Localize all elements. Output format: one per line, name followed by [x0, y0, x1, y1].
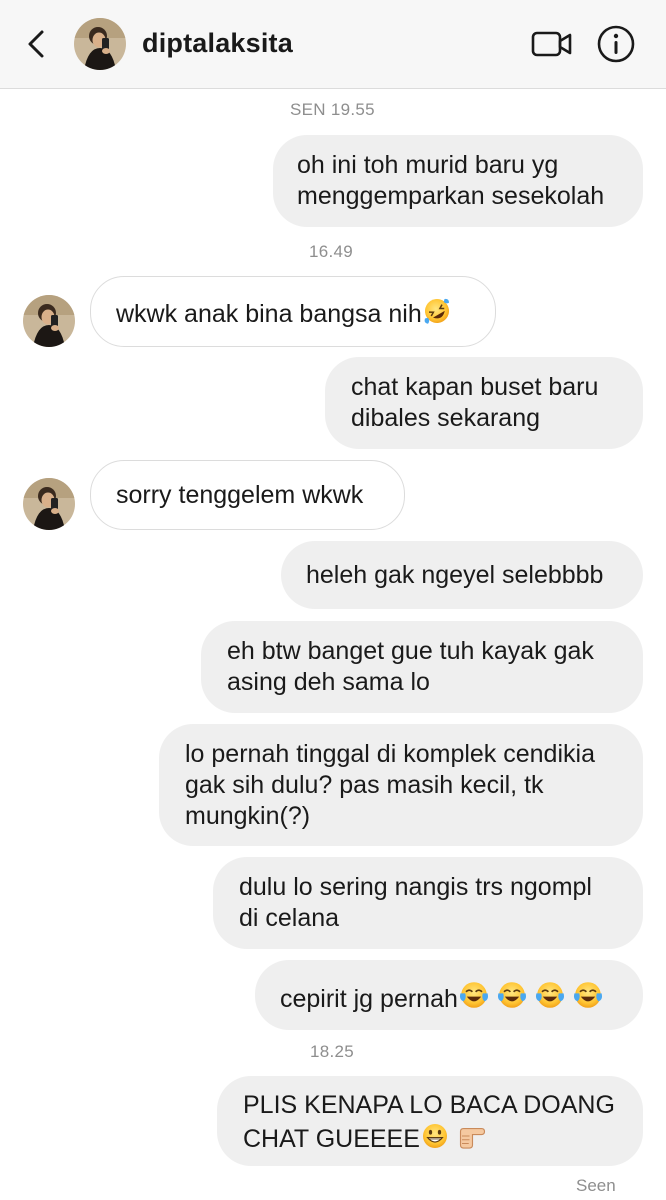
avatar[interactable] — [23, 295, 75, 347]
outgoing-message[interactable]: heleh gak ngeyel selebbbb — [281, 541, 643, 609]
message-text: cepirit jg pernah — [280, 985, 458, 1013]
outgoing-message[interactable]: eh btw banget gue tuh kayak gak asing de… — [201, 621, 643, 713]
message-line: CHAT GUEEEE — [243, 1125, 420, 1153]
incoming-message[interactable]: wkwk anak bina bangsa nih — [90, 276, 496, 347]
video-call-button[interactable] — [530, 26, 574, 62]
video-camera-icon — [531, 31, 572, 57]
rolling-on-floor-laughing-icon — [422, 296, 452, 326]
face-with-tears-of-joy-icon — [534, 979, 566, 1011]
message-line: eh btw banget gue tuh kayak gak — [227, 637, 594, 665]
message-line: PLIS KENAPA LO BACA DOANG — [243, 1091, 615, 1119]
face-with-tears-of-joy-icon — [458, 979, 490, 1011]
chevron-left-icon — [28, 30, 44, 58]
backhand-index-pointing-right-icon — [456, 1121, 486, 1151]
timestamp: 18.25 — [310, 1042, 355, 1061]
outgoing-message[interactable]: chat kapan buset baru dibales sekarang — [325, 357, 643, 449]
chat-username[interactable]: diptalaksita — [142, 28, 293, 59]
outgoing-message[interactable]: dulu lo sering nangis trs ngompl di cela… — [213, 857, 643, 949]
incoming-message[interactable]: sorry tenggelem wkwk — [90, 460, 405, 530]
message-line: oh ini toh murid baru yg — [297, 151, 559, 179]
outgoing-message[interactable]: lo pernah tinggal di komplek cendikia ga… — [159, 724, 643, 846]
outgoing-message[interactable]: PLIS KENAPA LO BACA DOANG CHAT GUEEEE — [217, 1076, 643, 1166]
outgoing-message[interactable]: cepirit jg pernah — [255, 960, 643, 1030]
message-line: dulu lo sering nangis trs ngompl — [239, 873, 592, 901]
message-text: wkwk anak bina bangsa nih — [116, 300, 422, 328]
message-line: heleh gak ngeyel selebbbb — [306, 561, 604, 589]
message-line: gak sih dulu? pas masih kecil, tk — [185, 771, 544, 799]
info-icon — [597, 25, 635, 63]
message-line: di celana — [239, 904, 340, 932]
avatar[interactable] — [74, 18, 126, 70]
chat-header: diptalaksita — [0, 0, 666, 89]
timestamp: SEN 19.55 — [290, 100, 375, 119]
info-button[interactable] — [596, 24, 636, 64]
outgoing-message[interactable]: oh ini toh murid baru yg menggemparkan s… — [273, 135, 643, 227]
message-line: menggemparkan sesekolah — [297, 182, 605, 210]
avatar[interactable] — [23, 478, 75, 530]
back-button[interactable] — [20, 24, 56, 64]
message-line: lo pernah tinggal di komplek cendikia — [185, 740, 595, 768]
timestamp: 16.49 — [309, 242, 354, 261]
message-line: chat kapan buset baru — [351, 373, 599, 401]
message-line: asing deh sama lo — [227, 668, 430, 696]
seen-status: Seen — [576, 1176, 616, 1195]
message-text: sorry tenggelem wkwk — [116, 481, 364, 509]
message-line: mungkin(?) — [185, 802, 311, 830]
grinning-face-icon — [420, 1121, 450, 1151]
face-with-tears-of-joy-icon — [496, 979, 528, 1011]
message-line: dibales sekarang — [351, 404, 541, 432]
direct-message-screen: diptalaksita SEN 19.55 oh ini toh murid … — [0, 0, 666, 1200]
face-with-tears-of-joy-icon — [572, 979, 604, 1011]
